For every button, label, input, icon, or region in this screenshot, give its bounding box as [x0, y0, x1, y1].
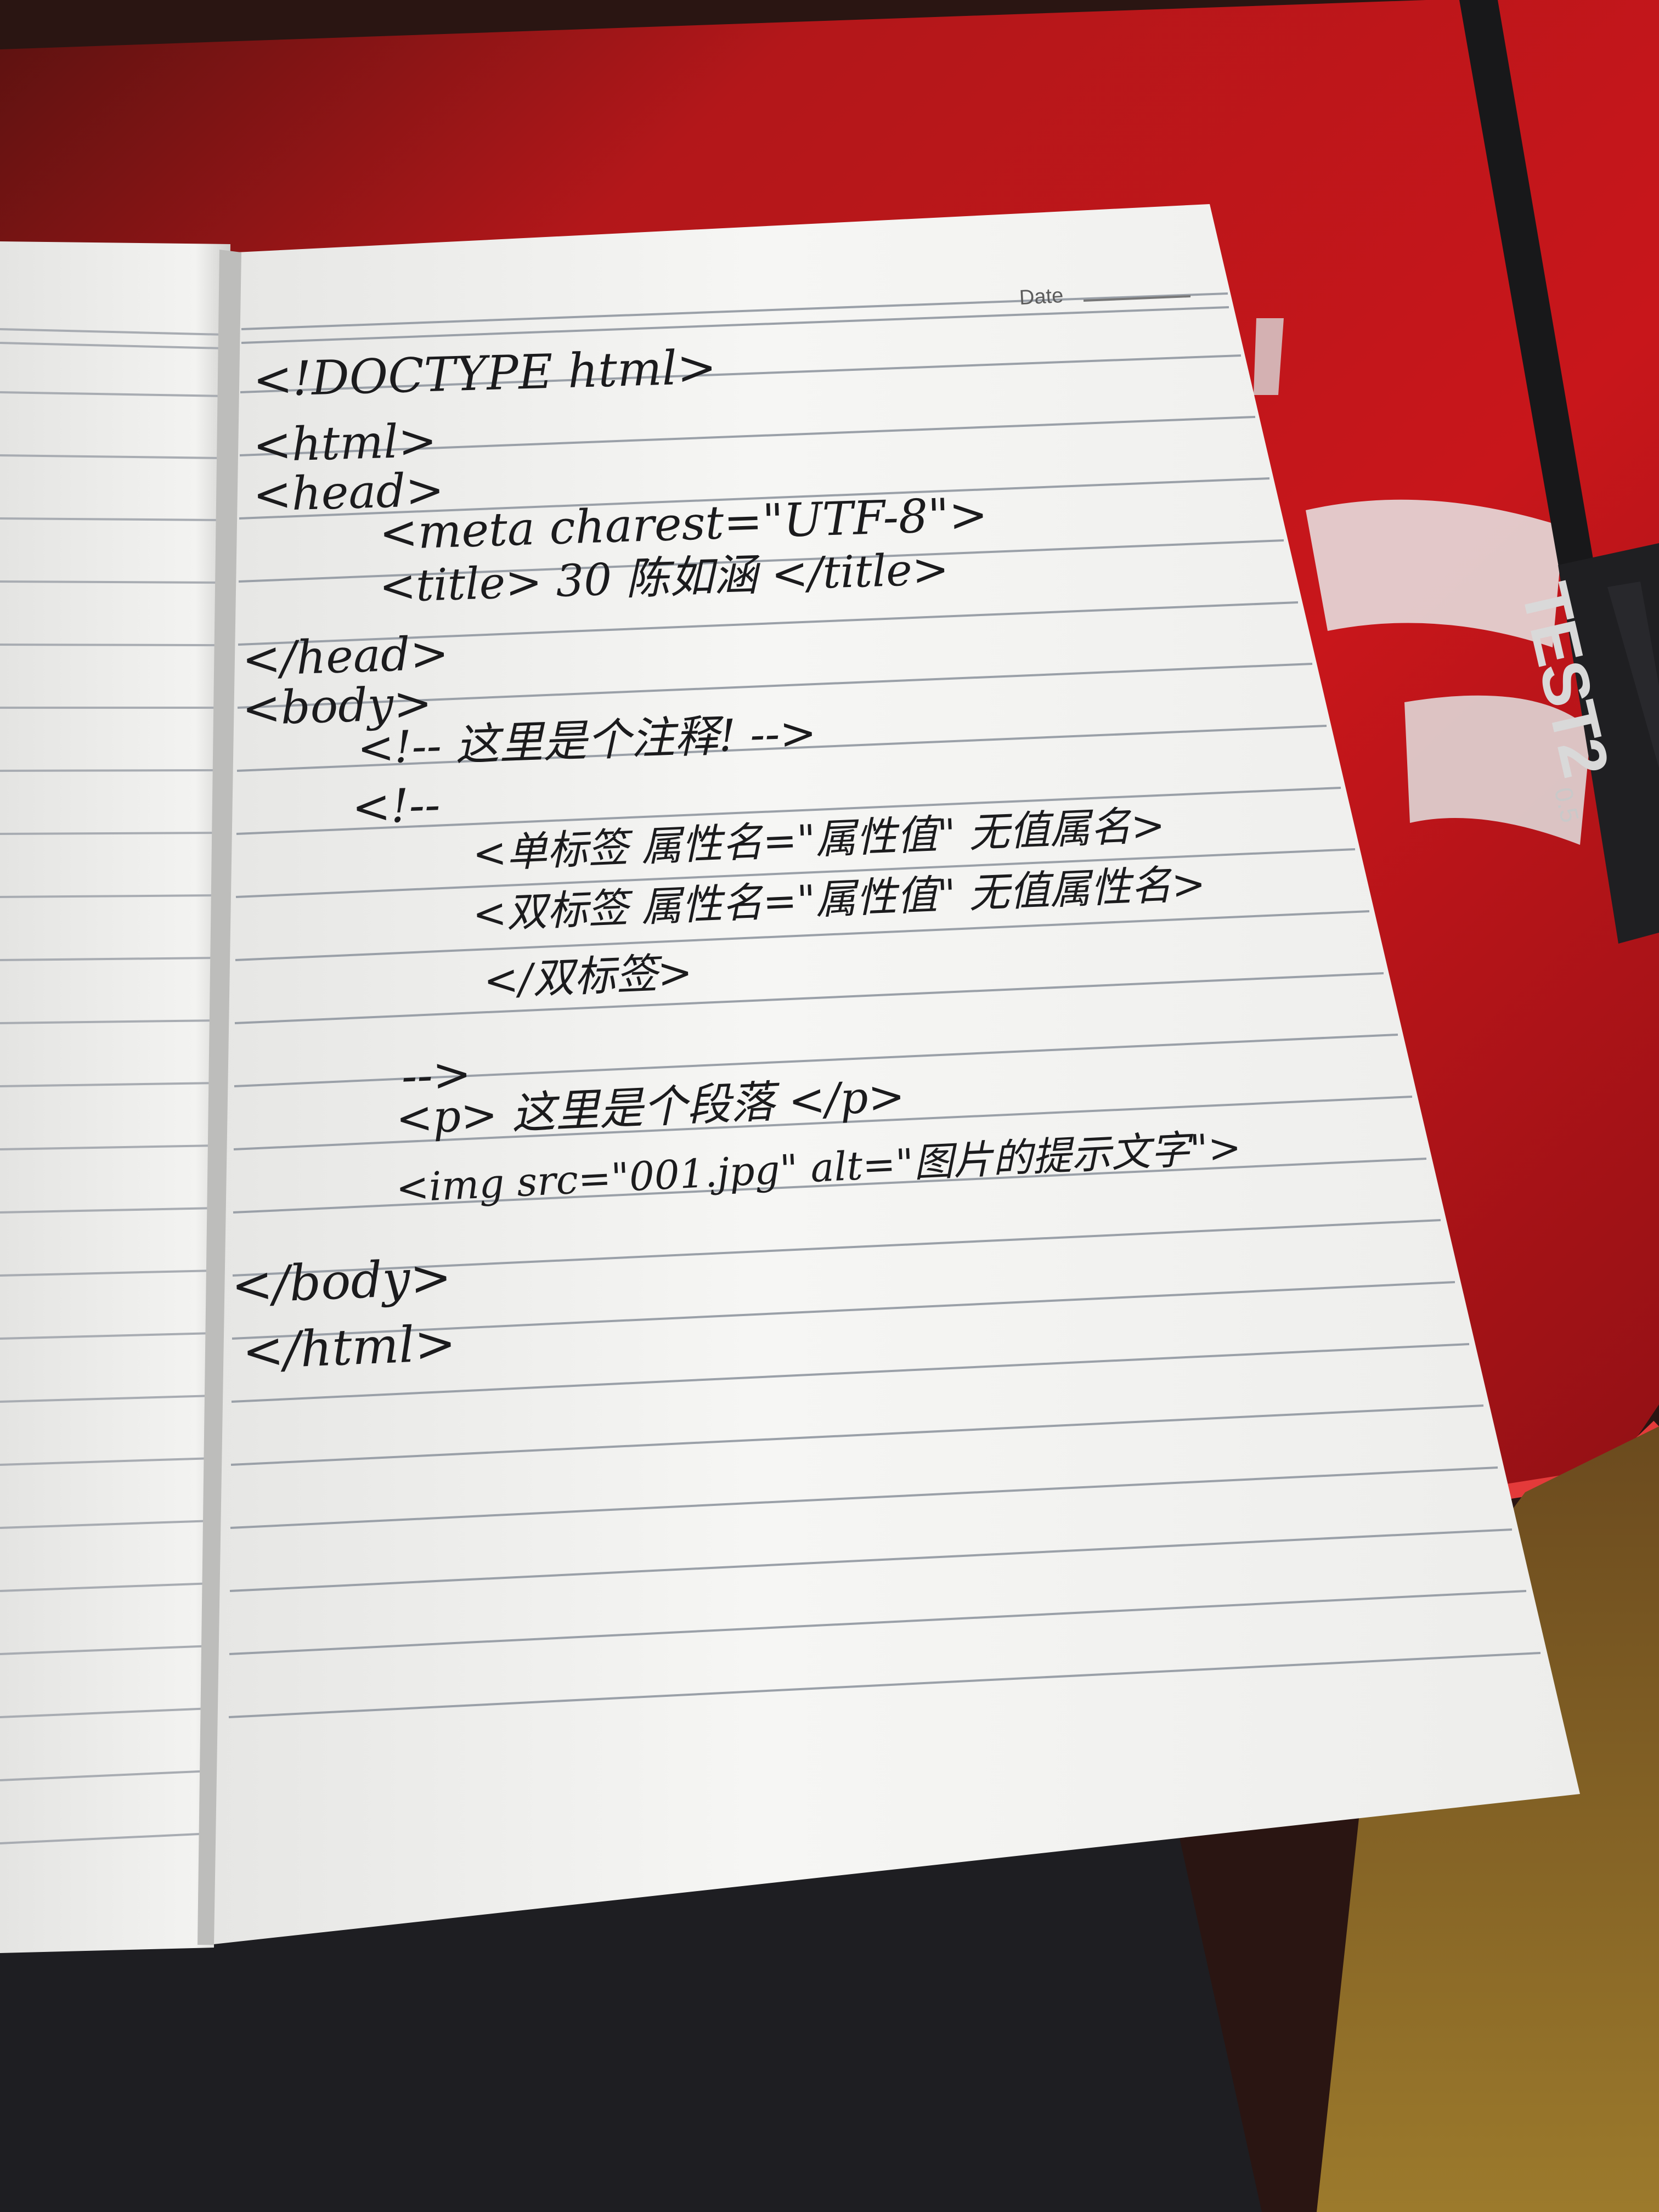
- photo-scene: Date TEST2 0.5 <!DOCTYPE html> <html> <h…: [0, 0, 1659, 2212]
- photo-background: [0, 0, 1659, 2212]
- date-label: Date: [1018, 284, 1064, 310]
